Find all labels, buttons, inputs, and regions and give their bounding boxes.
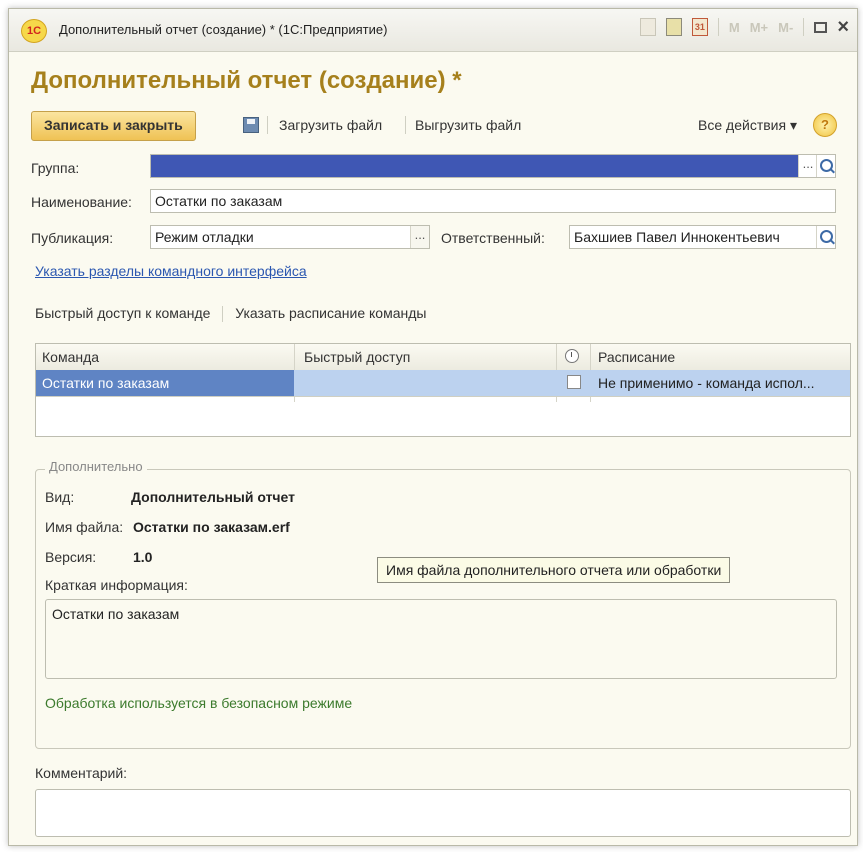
window-title: Дополнительный отчет (создание) * (1С:Пр… <box>59 22 388 37</box>
tab-schedule[interactable]: Указать расписание команды <box>235 305 426 321</box>
load-file-button[interactable]: Загрузить файл <box>279 117 382 133</box>
close-icon[interactable]: × <box>837 17 849 37</box>
comment-label: Комментарий: <box>35 765 128 781</box>
save-icon[interactable] <box>243 117 259 133</box>
memory-plus-button[interactable]: M+ <box>750 20 768 35</box>
extra-group-title: Дополнительно <box>45 459 147 474</box>
group-field[interactable]: ... <box>150 154 836 178</box>
calendar-icon[interactable]: 31 <box>691 18 708 36</box>
toolbar-divider <box>267 116 268 134</box>
memory-minus-button[interactable]: M- <box>778 20 793 35</box>
publication-label: Публикация: <box>31 230 114 246</box>
search-icon <box>820 230 833 243</box>
header-schedule[interactable]: Расписание <box>598 349 675 365</box>
unload-file-button[interactable]: Выгрузить файл <box>415 117 521 133</box>
responsible-search-button[interactable] <box>816 226 835 248</box>
commands-table[interactable]: Команда Быстрый доступ Расписание Остатк… <box>35 343 851 437</box>
safe-mode-note: Обработка используется в безопасном режи… <box>45 695 353 711</box>
group-search-button[interactable] <box>816 155 835 177</box>
form-window: 1С Дополнительный отчет (создание) * (1С… <box>8 8 858 846</box>
help-icon[interactable]: ? <box>813 113 837 137</box>
app-logo-icon[interactable]: 1С <box>21 19 47 43</box>
all-actions-menu[interactable]: Все действия ▾ <box>698 117 797 134</box>
file-value: Остатки по заказам.erf <box>133 519 290 535</box>
group-select-button[interactable]: ... <box>798 155 817 177</box>
row-schedule-checkbox[interactable] <box>567 375 581 389</box>
document-icon[interactable] <box>639 18 656 36</box>
clock-icon <box>565 349 579 363</box>
titlebar-tools: 31 M M+ M- × <box>639 17 849 37</box>
titlebar-divider <box>803 18 805 36</box>
version-value: 1.0 <box>133 549 153 565</box>
maximize-icon[interactable] <box>814 21 828 33</box>
file-label: Имя файла: <box>45 519 124 535</box>
toolbar-divider <box>405 116 406 134</box>
table-header: Команда Быстрый доступ Расписание <box>36 344 850 371</box>
responsible-value: Бахшиев Павел Иннокентьевич <box>574 229 780 245</box>
comment-field[interactable] <box>35 789 851 837</box>
tab-quick-access[interactable]: Быстрый доступ к команде <box>35 305 210 321</box>
header-quick-access[interactable]: Быстрый доступ <box>304 349 410 365</box>
form-toolbar: Записать и закрыть Загрузить файл Выгруз… <box>31 111 839 141</box>
memory-button[interactable]: M <box>729 20 740 35</box>
name-label: Наименование: <box>31 194 132 210</box>
tab-divider <box>222 306 224 323</box>
kind-label: Вид: <box>45 489 75 505</box>
publication-value: Режим отладки <box>155 229 254 245</box>
form-title: Дополнительный отчет (создание) * <box>31 67 462 94</box>
command-interface-link[interactable]: Указать разделы командного интерфейса <box>35 263 307 279</box>
save-and-close-button[interactable]: Записать и закрыть <box>31 111 196 141</box>
publication-field[interactable]: Режим отладки ... <box>150 225 430 249</box>
version-label: Версия: <box>45 549 97 565</box>
responsible-field[interactable]: Бахшиев Павел Иннокентьевич <box>569 225 836 249</box>
table-row[interactable]: Остатки по заказам Не применимо - команд… <box>36 370 850 397</box>
calculator-icon[interactable] <box>665 18 682 36</box>
file-name-tooltip: Имя файла дополнительного отчета или обр… <box>377 557 731 583</box>
row-command: Остатки по заказам <box>42 375 170 391</box>
responsible-label: Ответственный: <box>441 230 545 246</box>
command-tabs: Быстрый доступ к команде Указать расписа… <box>35 305 426 323</box>
group-label: Группа: <box>31 160 80 176</box>
publication-select-button[interactable]: ... <box>410 226 429 248</box>
info-label: Краткая информация: <box>45 577 188 593</box>
window-titlebar: 1С Дополнительный отчет (создание) * (1С… <box>9 9 857 52</box>
header-command[interactable]: Команда <box>42 349 99 365</box>
titlebar-divider <box>717 18 719 36</box>
info-textarea[interactable]: Остатки по заказам <box>45 599 837 679</box>
name-field[interactable]: Остатки по заказам <box>150 189 836 213</box>
kind-value: Дополнительный отчет <box>131 489 296 505</box>
row-schedule: Не применимо - команда испол... <box>598 375 815 391</box>
search-icon <box>820 159 833 172</box>
